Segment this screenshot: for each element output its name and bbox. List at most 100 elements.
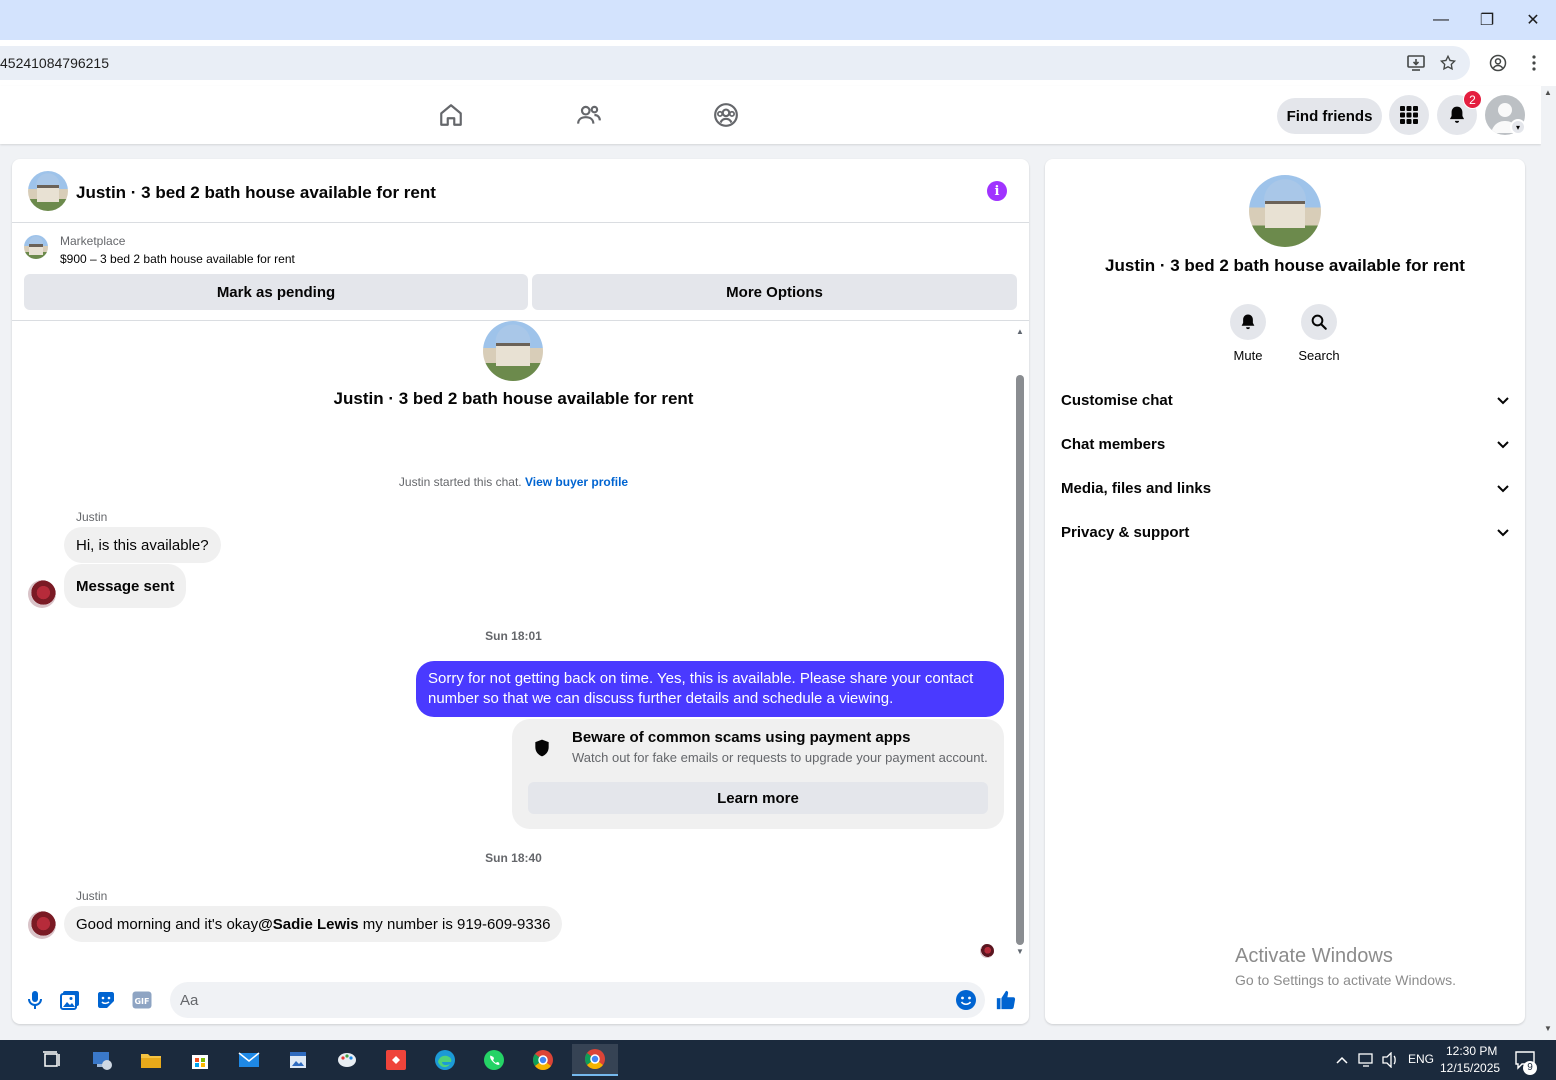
chat-panel: Justin · 3 bed 2 bath house available fo…: [12, 159, 1029, 1024]
scam-warning-description: Watch out for fake emails or requests to…: [572, 750, 988, 765]
search-icon[interactable]: [1301, 304, 1337, 340]
chat-header: Justin · 3 bed 2 bath house available fo…: [12, 159, 1029, 223]
search-action[interactable]: Search: [1284, 304, 1354, 363]
mail-icon[interactable]: [229, 1044, 269, 1076]
chat-avatar[interactable]: [28, 171, 68, 211]
action-center-badge: 9: [1523, 1061, 1537, 1075]
intro-avatar: [483, 321, 543, 381]
customise-chat-row[interactable]: Customise chat: [1061, 378, 1509, 422]
chat-title[interactable]: Justin · 3 bed 2 bath house available fo…: [76, 183, 436, 203]
find-friends-button[interactable]: Find friends: [1277, 98, 1382, 134]
minimize-button[interactable]: —: [1418, 0, 1464, 40]
chat-members-row[interactable]: Chat members: [1061, 422, 1509, 466]
chat-started-note: Justin started this chat. View buyer pro…: [398, 475, 629, 489]
marketplace-listing-bar: Marketplace $900 – 3 bed 2 bath house av…: [12, 223, 1029, 321]
chevron-down-icon: [1497, 436, 1509, 452]
facebook-header: Find friends 2 ▾: [0, 86, 1541, 144]
menu-grid-icon[interactable]: [1389, 95, 1429, 135]
language-indicator[interactable]: ENG: [1408, 1052, 1434, 1066]
marketplace-label: Marketplace: [60, 234, 126, 248]
more-options-button[interactable]: More Options: [532, 274, 1017, 310]
emoji-icon[interactable]: [955, 989, 977, 1011]
edge-icon[interactable]: [425, 1044, 465, 1076]
message-input[interactable]: [170, 982, 985, 1018]
restore-button[interactable]: ❐: [1464, 0, 1510, 40]
microphone-icon[interactable]: [24, 989, 46, 1011]
media-files-links-row[interactable]: Media, files and links: [1061, 466, 1509, 510]
sender-name: Justin: [76, 510, 108, 524]
friends-icon[interactable]: [574, 100, 604, 130]
account-caret-icon[interactable]: ▾: [1510, 119, 1526, 135]
incoming-message[interactable]: Hi, is this available?: [64, 527, 221, 563]
chrome-active-icon[interactable]: [572, 1044, 618, 1076]
volume-icon[interactable]: [1382, 1051, 1400, 1073]
file-explorer-icon[interactable]: [131, 1044, 171, 1076]
bookmark-star-icon[interactable]: [1436, 51, 1460, 75]
network-app-icon[interactable]: [82, 1044, 122, 1076]
chevron-down-icon: [1497, 392, 1509, 408]
read-receipt-avatar: [980, 944, 994, 958]
task-view-icon[interactable]: [32, 1044, 72, 1076]
paint-icon[interactable]: [327, 1044, 367, 1076]
listing-title[interactable]: $900 – 3 bed 2 bath house available for …: [60, 252, 295, 266]
listing-thumbnail[interactable]: [24, 235, 48, 259]
show-hidden-icons-chevron-icon[interactable]: [1336, 1052, 1348, 1070]
chevron-down-icon: [1497, 480, 1509, 496]
message-scrollbar[interactable]: ▲ ▼: [1015, 327, 1025, 957]
svg-text:GIF: GIF: [134, 997, 149, 1006]
search-label: Search: [1298, 348, 1340, 363]
address-bar: 45241084796215: [0, 40, 1556, 86]
photo-attach-icon[interactable]: [59, 989, 81, 1011]
mute-action[interactable]: Mute: [1213, 304, 1283, 363]
install-app-icon[interactable]: [1404, 51, 1428, 75]
outgoing-message[interactable]: Sorry for not getting back on time. Yes,…: [416, 661, 1004, 717]
profile-account-icon[interactable]: [1486, 51, 1510, 75]
close-window-button[interactable]: ✕: [1510, 0, 1556, 40]
store-icon[interactable]: [180, 1044, 220, 1076]
browser-menu-icon[interactable]: [1522, 51, 1546, 75]
mark-as-pending-button[interactable]: Mark as pending: [24, 274, 528, 310]
message-composer: GIF: [12, 965, 1029, 1024]
learn-more-button[interactable]: Learn more: [528, 782, 988, 814]
scam-warning-card: Beware of common scams using payment app…: [512, 719, 1004, 829]
browser-titlebar: — ❐ ✕: [0, 0, 1556, 40]
incoming-message[interactable]: Good morning and it's okay @Sadie Lewis …: [64, 906, 563, 942]
clock-date[interactable]: 12/15/2025: [1440, 1061, 1500, 1075]
clock-time[interactable]: 12:30 PM: [1446, 1044, 1497, 1058]
justin-avatar[interactable]: [28, 911, 56, 939]
scam-warning-title: Beware of common scams using payment app…: [572, 729, 911, 746]
info-icon[interactable]: i: [987, 181, 1007, 201]
gif-icon[interactable]: GIF: [131, 989, 153, 1011]
chrome-profile-icon[interactable]: [523, 1044, 563, 1076]
thumbs-up-icon[interactable]: [995, 989, 1017, 1011]
info-name: Justin · 3 bed 2 bath house available fo…: [1105, 256, 1465, 275]
sticker-icon[interactable]: [95, 989, 117, 1011]
timestamp: Sun 18:40: [485, 851, 542, 865]
anydesk-icon[interactable]: [376, 1044, 416, 1076]
view-buyer-profile-link[interactable]: View buyer profile: [525, 475, 628, 489]
user-mention[interactable]: @Sadie Lewis: [258, 916, 359, 933]
mute-bell-icon[interactable]: [1230, 304, 1266, 340]
photos-icon[interactable]: [278, 1044, 318, 1076]
justin-avatar[interactable]: [28, 580, 56, 608]
activate-windows-watermark: Activate Windows Go to Settings to activ…: [1235, 945, 1456, 988]
url-field[interactable]: 45241084796215: [0, 46, 1470, 80]
url-text: 45241084796215: [0, 55, 110, 71]
privacy-support-row[interactable]: Privacy & support: [1061, 510, 1509, 554]
sender-name: Justin: [76, 889, 108, 903]
home-icon[interactable]: [436, 100, 466, 130]
chat-info-panel: Justin · 3 bed 2 bath house available fo…: [1045, 159, 1525, 1024]
timestamp: Sun 18:01: [485, 629, 542, 643]
info-avatar[interactable]: [1249, 175, 1321, 247]
windows-taskbar: ENG 12:30 PM 12/15/2025 9: [0, 1040, 1556, 1080]
intro-title: Justin · 3 bed 2 bath house available fo…: [333, 389, 694, 408]
chevron-down-icon: [1497, 524, 1509, 540]
network-status-icon[interactable]: [1358, 1052, 1376, 1073]
notification-badge: 2: [1463, 90, 1482, 109]
incoming-message[interactable]: Message sent: [64, 564, 187, 608]
mute-label: Mute: [1233, 348, 1263, 363]
page-scrollbar[interactable]: ▲ ▼: [1541, 86, 1556, 1040]
message-list: ▲ ▼ Justin · 3 bed 2 bath house availabl…: [12, 321, 1029, 965]
groups-icon[interactable]: [711, 100, 741, 130]
whatsapp-icon[interactable]: [474, 1044, 514, 1076]
